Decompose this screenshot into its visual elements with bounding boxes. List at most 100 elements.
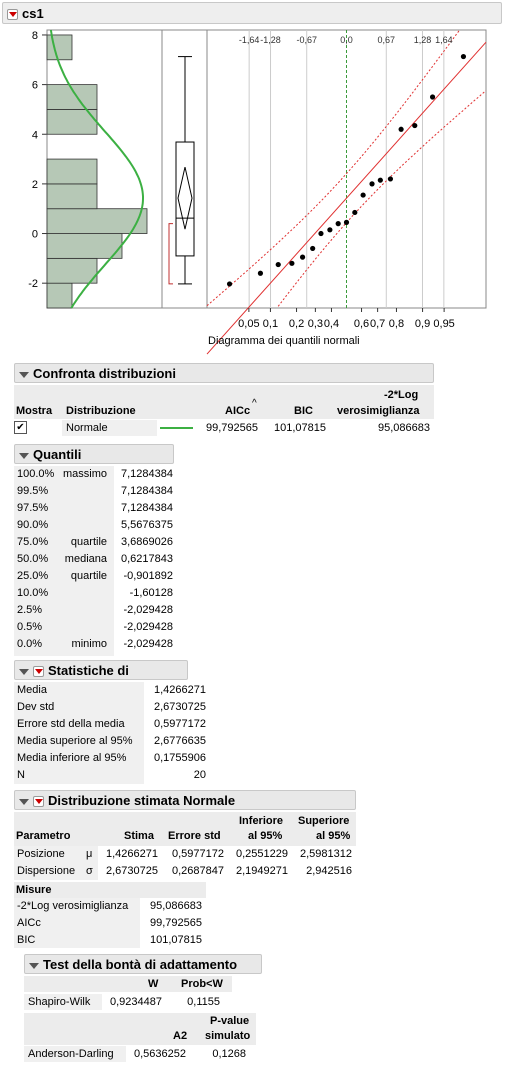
y-tick-label: -2 bbox=[28, 278, 38, 290]
stat-label: N bbox=[17, 769, 25, 781]
misura-label: -2*Log verosimiglianza bbox=[17, 900, 129, 912]
sw-col-p: Prob<W bbox=[181, 978, 223, 990]
quantile-value: 0,6217843 bbox=[121, 553, 173, 565]
misura-value: 99,792565 bbox=[150, 917, 202, 929]
misura-label: BIC bbox=[17, 934, 36, 946]
bic-value: 101,07815 bbox=[274, 422, 326, 434]
section-dist-normale[interactable]: Distribuzione stimata Normale bbox=[14, 790, 356, 810]
quantile-pct: 99.5% bbox=[17, 485, 49, 497]
quantile-pct: 2.5% bbox=[17, 604, 43, 616]
param-name: Posizione bbox=[17, 848, 65, 860]
confidence-band-lower bbox=[277, 90, 487, 307]
data-point bbox=[343, 219, 350, 225]
quantile-label: quartile bbox=[70, 570, 107, 582]
shortest-half-bracket bbox=[168, 223, 173, 285]
quantile-value: 5,5676375 bbox=[121, 519, 173, 531]
normal-quantile-label: 1,28 bbox=[414, 35, 432, 45]
prob-tick-label: 0,95 bbox=[433, 318, 454, 330]
data-point bbox=[412, 122, 418, 129]
col-bic: BIC bbox=[294, 405, 313, 417]
col-superiore-1: Superiore bbox=[298, 815, 350, 827]
param-symbol: σ bbox=[86, 865, 93, 877]
normal-quantile-label: 1,64 bbox=[435, 35, 453, 45]
histogram-bar bbox=[46, 233, 123, 259]
collapse-triangle-icon[interactable] bbox=[19, 668, 29, 675]
quantile-label: quartile bbox=[70, 536, 107, 548]
quantile-label: massimo bbox=[62, 468, 107, 480]
collapse-triangle-icon[interactable] bbox=[19, 371, 29, 378]
section-quantili[interactable]: Quantili bbox=[14, 444, 174, 464]
mostra-checkbox[interactable]: ✔ bbox=[14, 421, 27, 434]
report-title-bar: cs1 bbox=[2, 2, 502, 24]
report-title: cs1 bbox=[22, 6, 44, 21]
section-confronta[interactable]: Confronta distribuzioni bbox=[14, 363, 434, 383]
col-distribuzione: Distribuzione bbox=[66, 405, 136, 417]
param-stima: 2,6730725 bbox=[106, 865, 158, 877]
ad-name: Anderson-Darling bbox=[28, 1048, 114, 1060]
collapse-triangle-icon[interactable] bbox=[19, 798, 29, 805]
quantile-value: 7,1284384 bbox=[121, 468, 173, 480]
prob-tick-label: 0,7 bbox=[370, 318, 385, 330]
stat-label: Media superiore al 95% bbox=[17, 735, 133, 747]
ad-col-p-1: P-value bbox=[210, 1015, 250, 1027]
distribution-plot: 8 6 4 2 0 -2 -1,64 -1,28 -0,67 0,0 0,67 1,28 1,64 0… bbox=[28, 29, 487, 355]
section-title: Test della bontà di adattamento bbox=[43, 957, 238, 972]
ad-a2: 0,5636252 bbox=[134, 1048, 186, 1060]
misura-label: AICc bbox=[17, 917, 41, 929]
quantile-pct: 97.5% bbox=[17, 502, 49, 514]
prob-tick-label: 0,3 bbox=[308, 318, 323, 330]
col-parametro: Parametro bbox=[16, 830, 71, 842]
normal-quantile-label: -1,28 bbox=[260, 35, 281, 45]
collapse-triangle-icon[interactable] bbox=[29, 962, 39, 969]
data-point bbox=[352, 209, 358, 216]
stat-value: 20 bbox=[193, 769, 206, 781]
param-superiore: 2,942516 bbox=[306, 865, 352, 877]
prob-tick-label: 0,6 bbox=[354, 318, 369, 330]
data-point bbox=[299, 254, 306, 260]
y-tick-label: 8 bbox=[32, 30, 38, 42]
normal-quantile-label: -0,67 bbox=[296, 35, 317, 45]
stat-value: 1,4266271 bbox=[154, 684, 206, 696]
stat-value: 0,1755906 bbox=[154, 752, 206, 764]
param-stima: 1,4266271 bbox=[106, 848, 158, 860]
quantile-label: minimo bbox=[71, 638, 107, 650]
dist-name: Normale bbox=[66, 422, 108, 434]
quantile-pct: 90.0% bbox=[17, 519, 49, 531]
quantile-value: -1,60128 bbox=[129, 587, 173, 599]
quantile-pct: 100.0% bbox=[17, 468, 55, 480]
quantile-pct: 50.0% bbox=[17, 553, 49, 565]
section-statistiche[interactable]: Statistiche di riepilogo bbox=[14, 660, 188, 698]
collapse-triangle-icon[interactable] bbox=[19, 452, 29, 459]
col-errore: Errore std bbox=[168, 830, 221, 842]
misura-value: 95,086683 bbox=[150, 900, 202, 912]
quantile-value: -2,029428 bbox=[123, 638, 173, 650]
y-tick-label: 6 bbox=[32, 80, 38, 92]
prob-tick-label: 0,9 bbox=[415, 318, 430, 330]
quantile-value: 7,1284384 bbox=[121, 502, 173, 514]
section-menu-button[interactable] bbox=[33, 796, 44, 808]
param-inferiore: 2,1949271 bbox=[236, 865, 288, 877]
stat-label-bg bbox=[14, 682, 144, 784]
param-errore: 0,2687847 bbox=[172, 865, 224, 877]
y-tick-label: 0 bbox=[32, 229, 38, 241]
normal-quantile-label: -1,64 bbox=[239, 35, 260, 45]
section-gof[interactable]: Test della bontà di adattamento bbox=[24, 954, 262, 974]
report-menu-button[interactable] bbox=[7, 9, 18, 21]
ad-col-a2: A2 bbox=[173, 1030, 188, 1042]
histogram-bar bbox=[46, 257, 98, 284]
prob-tick-label: 0,4 bbox=[324, 318, 339, 330]
col-mostra: Mostra bbox=[16, 405, 53, 417]
histogram-bar bbox=[46, 183, 98, 210]
histogram-bar bbox=[46, 282, 73, 309]
data-point bbox=[289, 260, 295, 266]
col-aicc[interactable]: AICc bbox=[225, 405, 250, 417]
param-inferiore: 0,2551229 bbox=[236, 848, 288, 860]
section-menu-button[interactable] bbox=[33, 666, 44, 678]
quantile-pct: 75.0% bbox=[17, 536, 49, 548]
data-point bbox=[310, 245, 316, 252]
quantile-value: -2,029428 bbox=[123, 621, 173, 633]
data-point bbox=[377, 177, 383, 183]
data-point bbox=[226, 281, 233, 287]
prob-tick-label: 0,05 bbox=[238, 318, 259, 330]
col-inferiore-2: al 95% bbox=[248, 830, 283, 842]
